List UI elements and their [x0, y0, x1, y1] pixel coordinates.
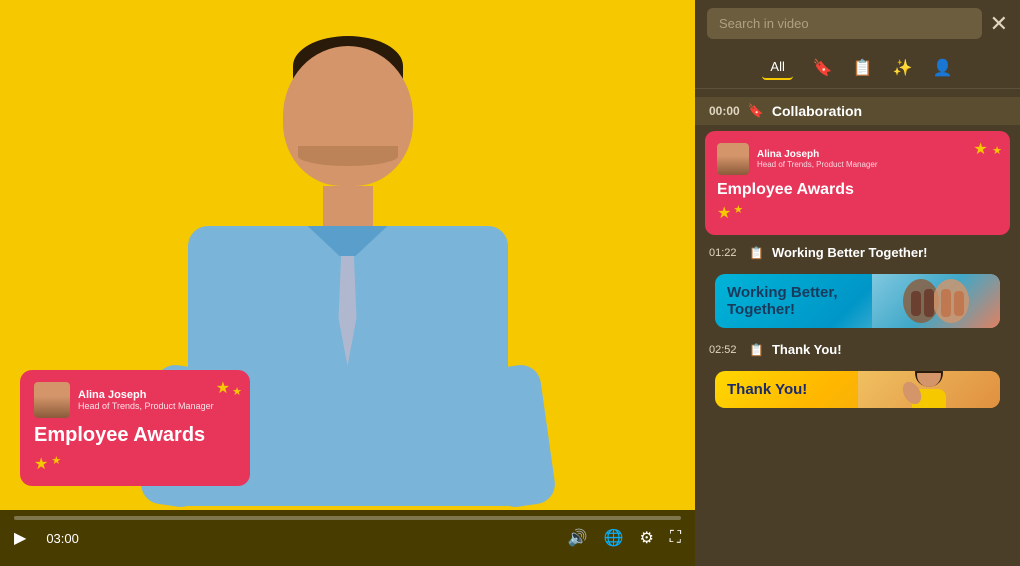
seg-star-2: ★: [992, 145, 1002, 157]
seg-name-block: Alina Joseph Head of Trends, Product Man…: [757, 149, 878, 169]
seg-employee-card: Alina Joseph Head of Trends, Product Man…: [705, 131, 1010, 235]
tab-all[interactable]: All: [762, 55, 792, 80]
seg-thankyou-text: Thank You!: [727, 381, 858, 398]
seg-main-title: Employee Awards: [717, 181, 998, 199]
section-header-collaboration: 00:00 🔖 Collaboration: [695, 97, 1020, 125]
tab-chapter[interactable]: 📋: [853, 58, 873, 78]
section-title-2: Thank You!: [772, 342, 842, 357]
ctrl-right: 🔊 🌐 ⚙ ⛶: [568, 528, 681, 548]
section-icon-1: 📋: [749, 246, 764, 260]
segment-working-together[interactable]: Working Better, Together!: [705, 270, 1010, 332]
section-header-working: 01:22 📋 Working Better Together!: [695, 241, 1020, 264]
segment-thank-you[interactable]: Thank You!: [705, 367, 1010, 412]
globe-button[interactable]: 🌐: [604, 528, 624, 548]
volume-button[interactable]: 🔊: [568, 528, 588, 548]
overlay-stars-tr: ★ ★: [216, 378, 242, 398]
seg-name: Alina Joseph: [757, 149, 878, 160]
seg-working-text: Working Better, Together!: [727, 284, 871, 318]
right-panel: ✕ All 🔖 📋 ✨ 👤 00:00 🔖 Collaboration Alin…: [695, 0, 1020, 566]
person-tie: [333, 246, 363, 366]
person-neck: [323, 186, 373, 226]
tab-people[interactable]: 👤: [933, 58, 953, 78]
star-icon-1: ★: [216, 378, 230, 398]
overlay-main-title: Employee Awards: [34, 424, 236, 446]
person-head: [283, 46, 413, 186]
search-bar: ✕: [695, 0, 1020, 47]
star-icon-4: ★: [51, 454, 61, 474]
overlay-name: Alina Joseph: [78, 389, 236, 401]
overlay-card-top: Alina Joseph Head of Trends, Product Man…: [34, 382, 236, 418]
star-icon-2: ★: [232, 385, 242, 398]
gear-button[interactable]: ⚙: [639, 528, 653, 548]
close-button[interactable]: ✕: [990, 13, 1008, 35]
hands-svg: [896, 274, 976, 328]
section-icon-2: 📋: [749, 343, 764, 357]
segments-list[interactable]: 00:00 🔖 Collaboration Alina Joseph Head …: [695, 89, 1020, 566]
tab-bookmark[interactable]: 🔖: [813, 58, 833, 78]
controls-row: ▶ 03:00 🔊 🌐 ⚙ ⛶: [14, 528, 681, 548]
section-time-0: 00:00: [709, 104, 740, 118]
seg-subtitle: Head of Trends, Product Manager: [757, 160, 878, 169]
seg-thankyou-card: Thank You!: [715, 371, 1000, 408]
star-icon-3: ★: [34, 454, 48, 474]
seg-stars-bl: ★ ★: [717, 203, 998, 223]
section-title-0: Collaboration: [772, 103, 862, 119]
tab-effects[interactable]: ✨: [893, 58, 913, 78]
seg-star-1: ★: [973, 141, 987, 158]
overlay-avatar: [34, 382, 70, 418]
section-header-thankyou: 02:52 📋 Thank You!: [695, 338, 1020, 361]
section-time-1: 01:22: [709, 247, 741, 259]
search-input[interactable]: [707, 8, 982, 39]
progress-bar-wrap[interactable]: [14, 516, 681, 520]
video-controls: ▶ 03:00 🔊 🌐 ⚙ ⛶: [0, 510, 695, 566]
segment-employee-awards[interactable]: Alina Joseph Head of Trends, Product Man…: [705, 131, 1010, 235]
video-panel: Alina Joseph Head of Trends, Product Man…: [0, 0, 695, 566]
fullscreen-button[interactable]: ⛶: [670, 529, 681, 547]
section-time-2: 02:52: [709, 344, 741, 356]
seg-star-3: ★: [717, 203, 731, 223]
seg-star-4: ★: [733, 203, 743, 223]
thankyou-person-svg: [894, 371, 964, 408]
section-title-1: Working Better Together!: [772, 245, 928, 260]
play-button[interactable]: ▶: [14, 528, 26, 548]
filter-tabs: All 🔖 📋 ✨ 👤: [695, 47, 1020, 89]
overlay-title: Head of Trends, Product Manager: [78, 401, 236, 411]
section-icon-0: 🔖: [748, 103, 764, 119]
seg-employee-top: Alina Joseph Head of Trends, Product Man…: [717, 143, 998, 175]
time-label: 03:00: [46, 531, 79, 546]
overlay-stars-bl: ★ ★: [34, 454, 236, 474]
seg-working-hands: [872, 274, 1000, 328]
seg-avatar: [717, 143, 749, 175]
seg-thankyou-person: [858, 371, 1001, 408]
seg-working-card: Working Better, Together!: [715, 274, 1000, 328]
overlay-name-block: Alina Joseph Head of Trends, Product Man…: [78, 389, 236, 411]
seg-stars-tr: ★ ★: [973, 139, 1002, 159]
overlay-card: Alina Joseph Head of Trends, Product Man…: [20, 370, 250, 486]
